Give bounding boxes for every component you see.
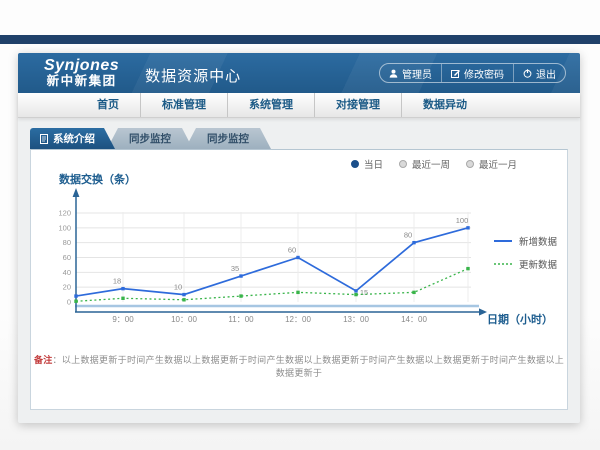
app-window: Synjones 新中新集团 数据资源中心 管理员 修改密码 退出 首页 标准管… (18, 53, 580, 423)
page-title: 数据资源中心 (145, 65, 241, 86)
nav-item-interface-mgmt[interactable]: 对接管理 (314, 93, 401, 117)
legend-item-new-data: 新增数据 (494, 234, 557, 248)
power-icon (523, 69, 532, 78)
footnote: 备注：以上数据更新于时间产生数据以上数据更新于时间产生数据以上数据更新于时间产生… (31, 353, 567, 379)
tab-system-intro[interactable]: 系统介绍 (30, 128, 115, 149)
svg-text:100: 100 (58, 223, 71, 232)
solid-line-icon (494, 239, 512, 243)
user-menu: 管理员 修改密码 退出 (379, 63, 566, 83)
user-icon (389, 69, 398, 78)
svg-text:9：00: 9：00 (112, 315, 134, 324)
content-panel: 当日 最近一周 最近一月 数据交换（条） 0204060801001209：00… (30, 149, 568, 410)
tab-bar: 系统介绍 同步监控 同步监控 (30, 128, 271, 149)
user-account-button[interactable]: 管理员 (380, 64, 441, 82)
svg-text:13：00: 13：00 (343, 315, 369, 324)
document-icon (40, 134, 48, 144)
nav-item-standard-mgmt[interactable]: 标准管理 (140, 93, 227, 117)
svg-text:15: 15 (360, 288, 368, 297)
main-nav: 首页 标准管理 系统管理 对接管理 数据异动 (18, 93, 580, 118)
svg-text:80: 80 (404, 231, 412, 240)
svg-text:120: 120 (58, 209, 71, 218)
dotted-line-icon (494, 262, 512, 266)
svg-text:0: 0 (67, 298, 71, 307)
nav-item-data-change[interactable]: 数据异动 (401, 93, 488, 117)
app-header: Synjones 新中新集团 数据资源中心 管理员 修改密码 退出 (18, 53, 580, 93)
logout-button[interactable]: 退出 (513, 64, 565, 82)
change-password-button[interactable]: 修改密码 (441, 64, 513, 82)
svg-text:35: 35 (231, 264, 239, 273)
line-chart: 0 20 40 60 80 100 120 9：00 10：00 11：00 12：00 13：00 1… (31, 150, 569, 335)
logo-text-cn: 新中新集团 (47, 75, 117, 88)
svg-text:10：00: 10：00 (171, 315, 197, 324)
tab-sync-monitor-1[interactable]: 同步监控 (107, 128, 193, 149)
svg-text:10: 10 (174, 283, 182, 292)
svg-text:100: 100 (456, 216, 469, 225)
legend-item-updated-data: 更新数据 (494, 257, 557, 271)
svg-text:80: 80 (63, 238, 71, 247)
nav-item-home[interactable]: 首页 (76, 93, 140, 117)
svg-text:60: 60 (63, 253, 71, 262)
svg-text:60: 60 (288, 246, 296, 255)
logo-text-en: Synjones (44, 58, 119, 75)
edit-icon (451, 69, 460, 78)
footnote-label: 备注 (34, 355, 53, 365)
svg-text:11：00: 11：00 (228, 315, 254, 324)
nav-item-system-mgmt[interactable]: 系统管理 (227, 93, 314, 117)
footnote-text: ：以上数据更新于时间产生数据以上数据更新于时间产生数据以上数据更新于时间产生数据… (53, 355, 565, 378)
svg-text:40: 40 (63, 268, 71, 277)
svg-text:12：00: 12：00 (285, 315, 311, 324)
svg-text:20: 20 (63, 283, 71, 292)
x-axis-title: 日期（小时） (487, 311, 553, 327)
svg-text:14：00: 14：00 (401, 315, 427, 324)
company-logo: Synjones 新中新集团 (44, 58, 119, 88)
chart-legend: 新增数据 更新数据 (494, 234, 557, 271)
tab-sync-monitor-2[interactable]: 同步监控 (185, 128, 271, 149)
svg-text:18: 18 (113, 277, 121, 286)
top-decor-bar (0, 35, 600, 44)
